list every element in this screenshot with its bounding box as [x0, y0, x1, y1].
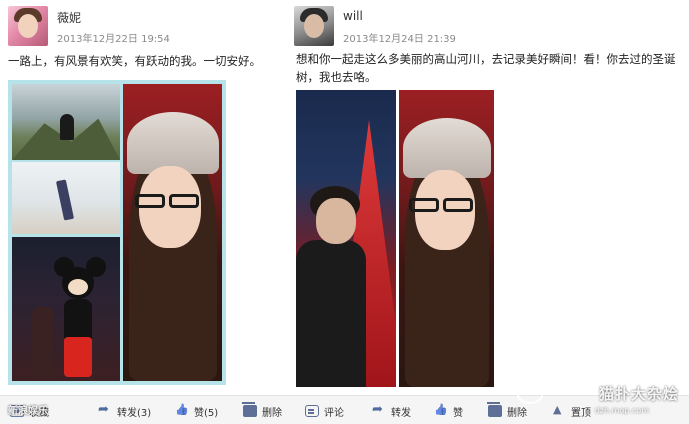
glasses-right-lens: [443, 198, 473, 212]
like-label: 赞(5): [194, 407, 219, 419]
person-figure: [60, 114, 74, 140]
photo-collage[interactable]: [296, 90, 494, 387]
trash-icon: [487, 402, 502, 417]
delete-button-left[interactable]: 删除: [242, 402, 282, 419]
delete-label: 删除: [262, 407, 282, 419]
photo-collage[interactable]: [8, 80, 226, 385]
action-bar: 收藏 转发(3) 赞(5) 删除 评论 转发 赞 删除 置顶: [0, 395, 689, 424]
author-name[interactable]: 薇妮: [57, 9, 81, 26]
share-icon: [372, 402, 386, 417]
post-card-left: 薇妮 2013年12月22日 19:54 一路上，有风景有欢笑，有跃动的我。一切…: [0, 0, 345, 395]
person-figure: [32, 307, 54, 377]
share-label: 转发(3): [117, 407, 152, 419]
avatar-face: [304, 14, 324, 38]
post-timestamp[interactable]: 2013年12月24日 21:39: [343, 30, 456, 45]
share-button-right[interactable]: 转发: [372, 402, 411, 419]
photo-guy-christmas-tree[interactable]: [296, 90, 396, 387]
thumbs-up-icon: [175, 405, 189, 417]
pin-top-icon: [552, 403, 566, 417]
share-label: 转发: [391, 407, 411, 419]
watermark-url: dzh.mop.com: [594, 406, 649, 415]
mickey-body: [64, 299, 92, 339]
avatar[interactable]: [294, 6, 334, 46]
post-text: 想和你一起走这么多美丽的高山河川，去记录美好瞬间！看！你去过的圣诞树，我也去咯。: [296, 52, 676, 84]
share-button-left[interactable]: 转发(3): [98, 402, 152, 419]
thumbs-up-icon: [434, 405, 448, 417]
avatar-face: [18, 14, 38, 38]
girl-beanie: [403, 118, 491, 178]
like-button-right[interactable]: 赞: [434, 403, 463, 419]
photo-mickey[interactable]: [12, 237, 120, 381]
glasses-left-lens: [409, 198, 439, 212]
dancer-figure: [55, 179, 75, 221]
comment-icon: [305, 405, 319, 417]
glasses-left-lens: [135, 194, 165, 208]
share-icon: [98, 402, 112, 417]
guy-body: [296, 240, 366, 387]
like-button-left[interactable]: 赞(5): [175, 403, 218, 419]
trash-icon: [242, 402, 257, 417]
avatar[interactable]: [8, 6, 48, 46]
top-label: 置顶: [571, 407, 591, 419]
delete-label: 删除: [507, 407, 527, 419]
post-timestamp[interactable]: 2013年12月22日 19:54: [57, 30, 170, 45]
comment-button[interactable]: 评论: [305, 403, 344, 419]
photo-selfie-girl[interactable]: [399, 90, 494, 387]
watermark-mop: 猫扑大杂烩: [598, 385, 679, 403]
comment-label: 评论: [324, 407, 344, 419]
mop-logo-icon: [517, 386, 543, 404]
watermark-sina: 新浪娱乐: [8, 406, 48, 417]
glasses-right-lens: [169, 194, 199, 208]
author-name[interactable]: will: [343, 9, 363, 23]
photo-mountain-pose[interactable]: [12, 84, 120, 160]
mickey-face: [68, 279, 88, 295]
delete-button-right[interactable]: 删除: [487, 402, 527, 419]
mickey-pants: [64, 337, 92, 377]
guy-face: [316, 198, 356, 244]
post-text: 一路上，有风景有欢笑，有跃动的我。一切安好。: [8, 54, 261, 68]
photo-selfie-girl[interactable]: [123, 84, 222, 381]
top-button[interactable]: 置顶: [552, 403, 591, 419]
photo-dancer[interactable]: [12, 162, 120, 234]
like-label: 赞: [453, 407, 463, 419]
girl-beanie: [127, 112, 219, 174]
